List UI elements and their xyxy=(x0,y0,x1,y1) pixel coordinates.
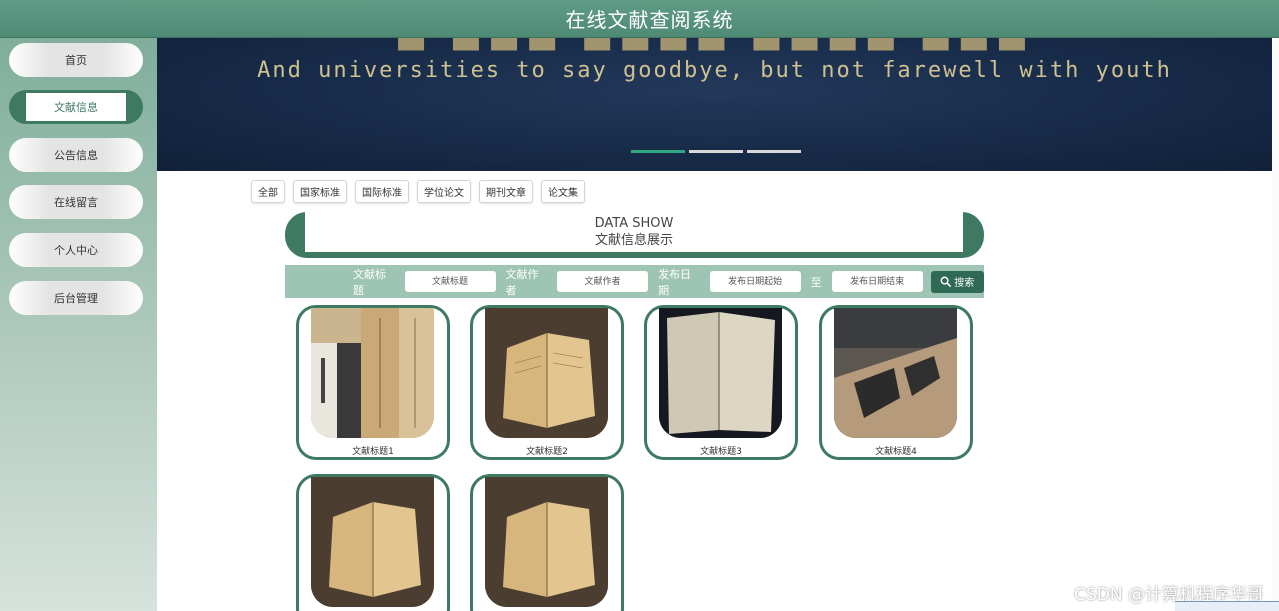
header-bar: 在线文献查阅系统 xyxy=(0,0,1279,38)
sidebar-item-label: 在线留言 xyxy=(54,196,98,209)
date-end-input[interactable] xyxy=(831,271,923,292)
document-thumbnail xyxy=(485,308,608,438)
document-thumbnail xyxy=(834,308,957,438)
library-shelf-image xyxy=(834,308,957,438)
sidebar-item-label: 首页 xyxy=(65,54,87,67)
filter-dissertation[interactable]: 学位论文 xyxy=(417,180,471,203)
category-filter-bar: 全部 国家标准 国际标准 学位论文 期刊文章 论文集 xyxy=(251,180,585,203)
open-book-image xyxy=(485,477,608,607)
banner-subtitle: And universities to say goodbye, but not… xyxy=(257,58,1172,83)
document-thumbnail xyxy=(311,477,434,607)
section-title: DATA SHOW 文献信息展示 xyxy=(305,212,963,252)
document-thumbnail xyxy=(485,477,608,607)
document-card-5[interactable] xyxy=(296,474,450,611)
document-card-6[interactable] xyxy=(470,474,624,611)
section-title-cn: 文献信息展示 xyxy=(594,232,673,248)
filter-all[interactable]: 全部 xyxy=(251,180,285,203)
document-card-3[interactable]: 文献标题3 xyxy=(644,305,798,460)
document-thumbnail xyxy=(659,308,782,438)
section-title-en: DATA SHOW xyxy=(594,215,674,231)
author-search-input[interactable] xyxy=(557,271,649,292)
document-card-4[interactable]: 文献标题4 xyxy=(819,305,973,460)
sidebar-item-label: 后台管理 xyxy=(54,292,98,305)
sidebar-item-label: 个人中心 xyxy=(54,244,98,257)
banner-carousel[interactable]: ▬ ▬▬▬ ▬▬▬▬ ▬▬▬▬ ▬▬▬ And universities to … xyxy=(157,38,1272,171)
filter-international-standard[interactable]: 国际标准 xyxy=(355,180,409,203)
filter-national-standard[interactable]: 国家标准 xyxy=(293,180,347,203)
app-title: 在线文献查阅系统 xyxy=(565,8,734,32)
search-button-label: 搜索 xyxy=(954,278,975,289)
search-icon xyxy=(940,276,952,287)
document-title: 文献标题1 xyxy=(352,447,394,457)
sidebar-item-profile[interactable]: 个人中心 xyxy=(9,233,143,267)
document-title: 文献标题3 xyxy=(700,447,742,457)
section-title-frame: DATA SHOW 文献信息展示 xyxy=(285,212,984,258)
sidebar-item-documents[interactable]: 文献信息 xyxy=(9,90,143,124)
sidebar-item-home[interactable]: 首页 xyxy=(9,43,143,77)
carousel-dot-1[interactable] xyxy=(631,150,685,153)
date-start-input[interactable] xyxy=(709,271,801,292)
carousel-indicators xyxy=(631,150,801,153)
filter-journal-article[interactable]: 期刊文章 xyxy=(479,180,533,203)
filter-proceedings[interactable]: 论文集 xyxy=(541,180,585,203)
carousel-dot-2[interactable] xyxy=(689,150,743,153)
search-bar: 文献标题 文献作者 发布日期 至 搜索 xyxy=(285,265,985,298)
search-button[interactable]: 搜索 xyxy=(930,270,985,293)
sidebar: 首页 文献信息 公告信息 在线留言 个人中心 后台管理 xyxy=(0,38,157,611)
document-card-1[interactable]: 文献标题1 xyxy=(296,305,450,460)
book-spines-image xyxy=(311,308,434,438)
title-field-label: 文献标题 xyxy=(353,267,386,297)
sidebar-item-label: 公告信息 xyxy=(54,149,98,162)
sidebar-item-announcements[interactable]: 公告信息 xyxy=(9,138,143,172)
author-field-label: 文献作者 xyxy=(505,267,539,297)
date-range-separator: 至 xyxy=(810,275,822,289)
document-title: 文献标题4 xyxy=(875,447,917,457)
sidebar-item-messages[interactable]: 在线留言 xyxy=(9,185,143,219)
carousel-dot-3[interactable] xyxy=(747,150,801,153)
sidebar-item-admin[interactable]: 后台管理 xyxy=(9,281,143,315)
taskbar-widget xyxy=(1175,601,1279,611)
scroll-gutter xyxy=(1272,38,1279,611)
sidebar-item-label: 文献信息 xyxy=(26,93,126,121)
open-book-image xyxy=(485,308,608,438)
open-book-dark-image xyxy=(659,308,782,438)
document-card-2[interactable]: 文献标题2 xyxy=(470,305,624,460)
title-search-input[interactable] xyxy=(404,271,496,292)
document-title: 文献标题2 xyxy=(526,447,568,457)
date-field-label: 发布日期 xyxy=(658,267,692,297)
document-thumbnail xyxy=(311,308,434,438)
open-book-image xyxy=(311,477,434,607)
